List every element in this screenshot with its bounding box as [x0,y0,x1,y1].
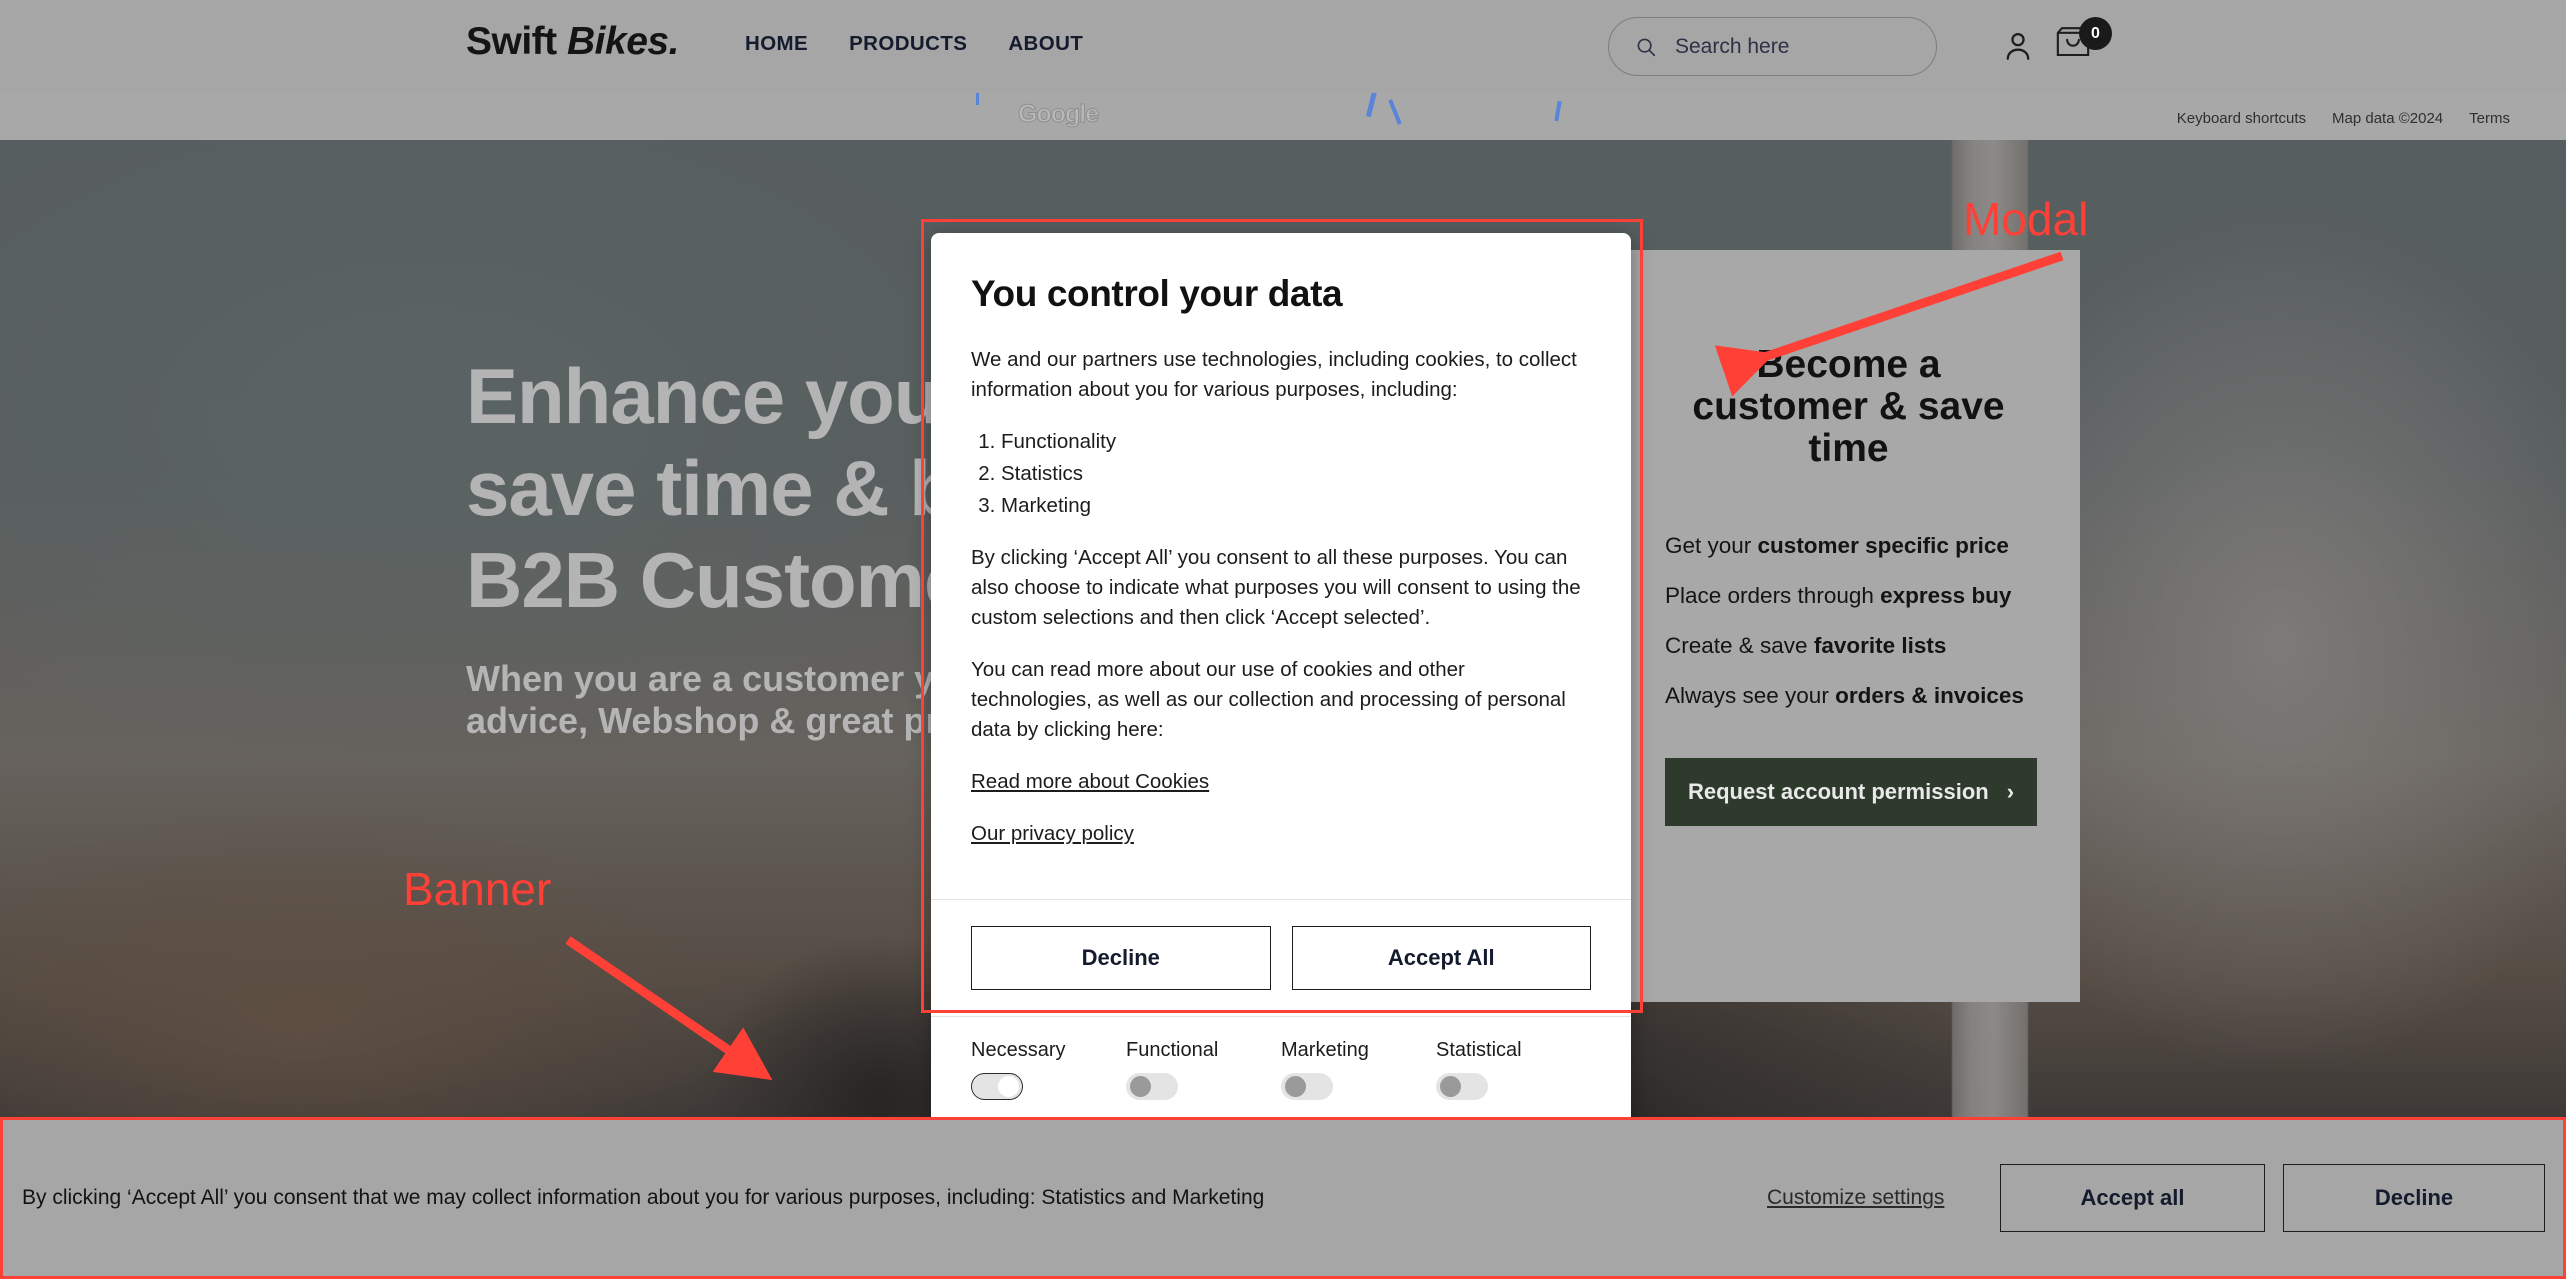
search-field[interactable]: Search here [1608,17,1937,76]
become-customer-card-title: Become a customer & save time [1692,343,2005,470]
cart-button[interactable]: 0 [2052,17,2112,72]
toggle-knob [1130,1076,1151,1097]
search-icon [1637,38,1656,56]
cookie-banner-text: By clicking ‘Accept All’ you consent tha… [22,1186,1265,1209]
toggle-switch-marketing[interactable] [1281,1073,1333,1100]
cart-count-badge: 0 [2079,17,2112,50]
toggle-switch-necessary[interactable] [971,1073,1023,1100]
toggle-knob [1285,1076,1306,1097]
page-root: Enhance your business, save time & becom… [0,0,2566,1279]
map-keyboard-shortcuts[interactable]: Keyboard shortcuts [2177,110,2306,127]
nav-item-about[interactable]: ABOUT [1008,32,1083,56]
toggle-knob [998,1075,1019,1097]
toggle-label-statistical: Statistical [1436,1039,1522,1061]
toggle-switch-statistical[interactable] [1436,1073,1488,1100]
map-road-line [976,93,979,105]
toggle-group-marketing: Marketing [1281,1039,1436,1100]
map-attribution-links: Keyboard shortcuts Map data ©2024 Terms [2177,110,2510,127]
map-data-credit: Map data ©2024 [2332,110,2444,127]
customize-settings-link[interactable]: Customize settings [1767,1186,1944,1210]
cookie-consent-modal: You control your data We and our partner… [931,233,1631,1124]
list-item: Marketing [1001,491,1591,521]
nav-item-products[interactable]: PRODUCTS [849,32,967,56]
person-icon[interactable] [2001,28,2035,64]
map-attribution-strip: Google Keyboard shortcuts Map data ©2024… [0,93,2566,140]
nav-item-home[interactable]: HOME [745,32,808,56]
brand-name-regular: Swift [466,20,567,63]
toggle-switch-functional[interactable] [1126,1073,1178,1100]
cookie-consent-modal-actions: Decline Accept All [931,899,1631,1016]
brand-logo[interactable]: Swift Bikes. [466,20,679,64]
cookie-consent-modal-title: You control your data [971,273,1343,314]
cookie-purpose-list: Functionality Statistics Marketing [1001,427,1591,521]
toggle-label-functional: Functional [1126,1039,1219,1061]
request-account-permission-button[interactable]: Request account permission › [1665,758,2037,826]
become-customer-card: Become a customer & save time Get your c… [1617,250,2080,1002]
map-terms-link[interactable]: Terms [2469,110,2510,127]
cookie-consent-banner: By clicking ‘Accept All’ you consent tha… [0,1117,2566,1279]
become-customer-benefit-list: Get your customer specific price Place o… [1665,532,2032,710]
cookie-category-toggles: Necessary Functional Marketing Statistic… [931,1016,1631,1124]
brand-name-italic: Bikes. [567,20,679,63]
cookie-consent-paragraph-3: You can read more about our use of cooki… [971,658,1566,741]
modal-accept-all-button[interactable]: Accept All [1291,926,1591,990]
privacy-policy-link[interactable]: Our privacy policy [971,819,1591,849]
google-logo: Google [1017,100,1099,129]
search-input-placeholder: Search here [1675,34,1790,58]
toggle-knob [1440,1076,1461,1097]
list-item: Create & save favorite lists [1665,633,1947,658]
toggle-group-statistical: Statistical [1436,1039,1591,1100]
map-road-line [1365,93,1380,118]
list-item: Place orders through express buy [1665,583,2012,608]
read-more-about-cookies-link[interactable]: Read more about Cookies [971,767,1591,797]
cookie-consent-modal-body: You control your data We and our partner… [931,233,1631,899]
list-item: Always see your orders & invoices [1665,683,2024,708]
cookie-consent-intro-text: We and our partners use technologies, in… [971,348,1577,401]
banner-decline-button[interactable]: Decline [2283,1164,2545,1232]
toggle-label-marketing: Marketing [1281,1039,1369,1061]
site-header: Swift Bikes. HOME PRODUCTS ABOUT Search … [0,0,2566,93]
toggle-label-necessary: Necessary [971,1039,1066,1061]
list-item: Get your customer specific price [1665,533,2009,558]
chevron-right-icon: › [2006,779,2015,804]
map-road-line [1388,99,1402,125]
banner-accept-all-button[interactable]: Accept all [2000,1164,2265,1232]
list-item: Functionality [1001,427,1591,457]
modal-decline-button[interactable]: Decline [971,926,1271,990]
request-account-permission-label: Request account permission [1687,779,1989,804]
list-item: Statistics [1001,459,1591,489]
cookie-consent-paragraph-2: By clicking ‘Accept All’ you consent to … [971,546,1581,629]
toggle-group-functional: Functional [1126,1039,1281,1100]
map-road-line [1554,100,1562,122]
primary-navigation: HOME PRODUCTS ABOUT [745,32,1083,56]
toggle-group-necessary: Necessary [971,1039,1126,1100]
